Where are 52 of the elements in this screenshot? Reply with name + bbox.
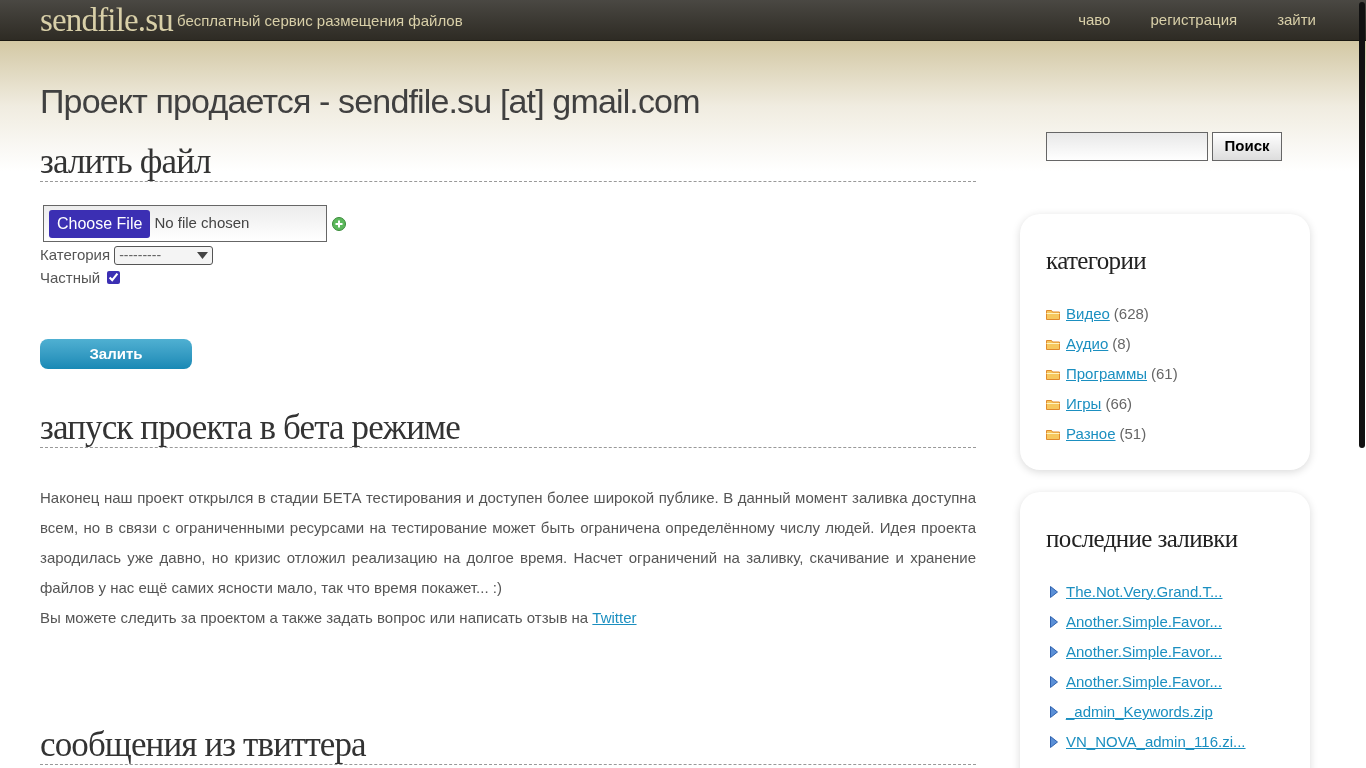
arrow-icon <box>1050 676 1058 688</box>
file-input[interactable]: Choose File No file chosen <box>43 205 327 242</box>
nav-link[interactable]: зайти <box>1277 8 1316 32</box>
add-icon[interactable] <box>332 216 346 231</box>
category-link[interactable]: Игры <box>1066 393 1102 416</box>
page-heading: Проект продается - sendfile.su [at] gmail.com <box>40 81 701 121</box>
arrow-icon <box>1050 706 1058 718</box>
arrow-icon <box>1050 646 1058 658</box>
upload-link[interactable]: _admin_Keywords.zip <box>1066 700 1213 724</box>
upload-link[interactable]: Another.Simple.Favor... <box>1066 610 1222 634</box>
category-link[interactable]: Аудио <box>1066 333 1109 356</box>
category-link[interactable]: Видео <box>1066 303 1110 326</box>
category-count: (51) <box>1119 424 1147 445</box>
folder-icon <box>1046 309 1060 320</box>
arrow-icon <box>1050 736 1058 748</box>
upload-link[interactable]: The.Not.Very.Grand.T... <box>1066 580 1223 604</box>
upload-link[interactable]: Another.Simple.Favor... <box>1066 640 1222 664</box>
folder-icon <box>1046 339 1060 350</box>
panel-heading: последние заливки <box>1046 523 1239 554</box>
search-button[interactable]: Поиск <box>1212 132 1282 161</box>
category-count: (61) <box>1151 364 1178 385</box>
upload-link[interactable]: VN_NOVA_admin_116.zi... <box>1066 730 1246 754</box>
upload-link[interactable]: Another.Simple.Favor... <box>1066 670 1222 694</box>
news-paragraph: Наконец наш проект открылся в стадии БЕТА тестирования и доступен более широкой публике. В данный момент заливка доступна всем, но в связи с ограниченными ресурсами на тестирование может быть ограничена определённому числу людей. Идея проекта зародилась уже давно, но кризис отложил реализацию на долгое время. Насчет ограничений на заливку, скачивание и хранение файлов у нас ещё самих ясности мало, так что время покажет... :) <box>40 488 976 598</box>
category-count: (8) <box>1112 334 1131 355</box>
folder-icon <box>1046 429 1060 440</box>
caret-icon <box>197 251 209 259</box>
search-field[interactable] <box>1046 132 1208 161</box>
category-select[interactable]: --------- <box>114 245 214 265</box>
upload-button[interactable]: Залить <box>40 339 192 369</box>
category-link[interactable]: Программы <box>1066 363 1148 386</box>
folder-icon <box>1046 399 1060 410</box>
nav-link[interactable]: чаво <box>1078 8 1111 32</box>
scrollbar-thumb[interactable] <box>1359 2 1365 448</box>
nav-link[interactable]: регистрация <box>1150 8 1238 32</box>
arrow-icon <box>1050 586 1058 598</box>
category-count: (66) <box>1105 394 1133 415</box>
private-label: Частный <box>40 267 101 288</box>
section-heading: сообщения из твиттера <box>40 726 976 765</box>
site-tagline: бесплатный сервис размещения файлов <box>177 10 463 31</box>
follow-text: Вы можете следить за проектом а также задать вопрос или написать отзыв на Twitter <box>40 608 638 628</box>
section-heading: запуск проекта в бета режиме <box>40 409 976 448</box>
folder-icon <box>1046 369 1060 380</box>
panel-heading: категории <box>1046 246 1147 276</box>
section-heading: залить файл <box>40 143 976 182</box>
twitter-link[interactable]: Twitter <box>592 609 637 626</box>
category-link[interactable]: Разное <box>1066 423 1116 446</box>
arrow-icon <box>1050 616 1058 628</box>
site-logo[interactable]: sendfile.su <box>40 3 173 37</box>
category-label: Категория <box>40 245 111 265</box>
private-checkbox[interactable] <box>107 271 121 285</box>
category-count: (628) <box>1113 304 1149 325</box>
